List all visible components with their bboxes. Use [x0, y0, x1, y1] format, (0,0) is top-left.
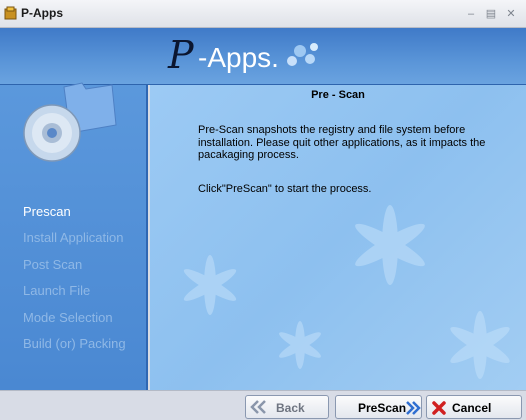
step-post-scan: Post Scan [23, 256, 83, 272]
step-launch-file: Launch File [23, 283, 91, 299]
header-banner: P -Apps. [0, 28, 526, 85]
step-prescan: Prescan [23, 204, 71, 219]
step-mode-selection: Mode Selection [23, 309, 113, 325]
forward-arrow-icon [406, 401, 421, 415]
bubbles-icon [287, 43, 318, 66]
description-text: Pre-Scan snapshots the registry and file… [198, 124, 486, 161]
logo-text: -Apps. [198, 42, 279, 73]
steps-sidebar: Prescan Install Application Post Scan La… [0, 82, 148, 390]
step-install-application: Install Application [23, 230, 124, 246]
instruction-text: Click"PreScan" to start the process. [198, 183, 372, 195]
cancel-x-icon [432, 401, 446, 415]
button-bar: Back PreScan Cancel [0, 390, 526, 420]
maximize-icon[interactable]: ▤ [484, 7, 498, 21]
steps-list: Prescan Install Application Post Scan La… [23, 204, 126, 362]
app-icon [4, 6, 17, 20]
prescan-label: PreScan [358, 401, 407, 415]
cancel-label: Cancel [452, 401, 492, 415]
p-apps-logo: P -Apps. [168, 33, 338, 79]
content-panel: Pre - Scan Pre-Scan snapshots the regist… [150, 85, 526, 390]
step-build-packing: Build (or) Packing [23, 335, 126, 351]
back-label: Back [276, 401, 305, 415]
minimize-icon[interactable]: – [464, 7, 478, 21]
window-title: P-Apps [21, 6, 63, 20]
cancel-button[interactable]: Cancel [426, 395, 522, 419]
page-title: Pre - Scan [311, 89, 365, 101]
prescan-button[interactable]: PreScan [335, 395, 422, 419]
title-bar[interactable]: P-Apps – ▤ ✕ [0, 0, 526, 28]
back-arrow-icon [250, 400, 266, 414]
close-icon[interactable]: ✕ [504, 7, 518, 21]
cd-folder-icon [23, 82, 117, 162]
logo-p: P [168, 33, 194, 77]
back-button[interactable]: Back [245, 395, 329, 419]
